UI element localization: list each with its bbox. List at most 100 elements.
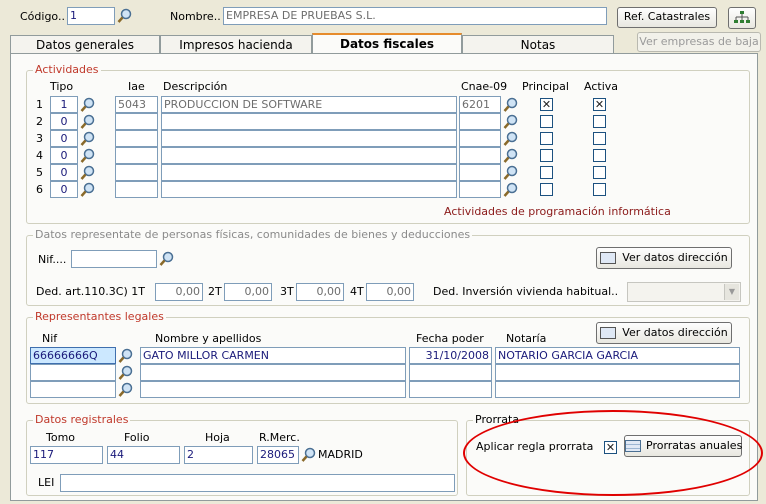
search-icon[interactable]	[80, 182, 96, 198]
principal-checkbox[interactable]	[540, 115, 553, 128]
tipo-input[interactable]: 0	[50, 113, 78, 130]
chevron-down-icon[interactable]: ▼	[724, 284, 739, 300]
cnae-input[interactable]	[459, 147, 501, 164]
tab-datos-fiscales[interactable]: Datos fiscales	[312, 33, 462, 55]
cnae-input[interactable]	[459, 113, 501, 130]
actividades-title: Actividades	[33, 63, 101, 77]
tipo-input[interactable]: 0	[50, 130, 78, 147]
tab-impresos-hacienda[interactable]: Impresos hacienda	[160, 35, 312, 55]
tomo-input[interactable]: 117	[30, 446, 103, 464]
hoja-input[interactable]: 2	[184, 446, 253, 464]
search-icon[interactable]	[503, 97, 519, 113]
tomo-label: Tomo	[46, 431, 76, 444]
search-icon[interactable]	[503, 165, 519, 181]
cnae-input[interactable]	[459, 181, 501, 198]
descripcion-input[interactable]	[161, 164, 457, 181]
iae-input[interactable]	[115, 113, 158, 130]
principal-checkbox[interactable]	[540, 183, 553, 196]
cnae-description: Actividades de programación informática	[444, 205, 671, 218]
activa-checkbox[interactable]	[593, 132, 606, 145]
search-icon[interactable]	[118, 365, 134, 381]
legal-notaria-input[interactable]	[495, 364, 740, 381]
folio-input[interactable]: 44	[107, 446, 180, 464]
iae-input[interactable]	[115, 130, 158, 147]
legales-ver-datos-direccion-button[interactable]: Ver datos dirección	[596, 322, 732, 344]
principal-checkbox[interactable]	[540, 149, 553, 162]
descripcion-input[interactable]: PRODUCCION DE SOFTWARE	[161, 96, 457, 113]
ver-empresas-baja-button[interactable]: Ver empresas de baja	[637, 32, 761, 52]
search-icon[interactable]	[117, 8, 133, 24]
cnae-input[interactable]	[459, 130, 501, 147]
lei-label: LEI	[38, 476, 55, 489]
org-chart-button[interactable]	[728, 7, 756, 29]
search-icon[interactable]	[80, 131, 96, 147]
search-icon[interactable]	[80, 148, 96, 164]
legal-fecha-input[interactable]	[409, 381, 492, 398]
tipo-input[interactable]: 0	[50, 147, 78, 164]
ded-4t-input[interactable]: 0,00	[366, 283, 414, 301]
search-icon[interactable]	[159, 251, 175, 267]
rmerc-input[interactable]: 28065	[257, 446, 299, 464]
codigo-input[interactable]: 1	[67, 7, 115, 25]
representante-title: Datos representate de personas físicas, …	[33, 228, 473, 242]
legal-fecha-input[interactable]	[409, 364, 492, 381]
nombre-input[interactable]: EMPRESA DE PRUEBAS S.L.	[223, 7, 607, 25]
iae-input[interactable]	[115, 164, 158, 181]
legal-nif-input[interactable]	[30, 364, 116, 381]
search-icon[interactable]	[503, 114, 519, 130]
legal-nombre-input[interactable]	[140, 364, 406, 381]
lei-input[interactable]	[60, 474, 455, 492]
ver-datos-direccion-button[interactable]: Ver datos dirección	[596, 247, 732, 269]
descripcion-input[interactable]	[161, 130, 457, 147]
activa-checkbox[interactable]	[593, 183, 606, 196]
ded-3t-input[interactable]: 0,00	[296, 283, 344, 301]
ref-catastrales-button[interactable]: Ref. Catastrales	[617, 7, 717, 28]
legal-nif-input[interactable]: 66666666Q	[30, 347, 116, 364]
iae-input[interactable]: 5043	[115, 96, 158, 113]
iae-input[interactable]	[115, 147, 158, 164]
search-icon[interactable]	[503, 148, 519, 164]
activa-checkbox[interactable]	[593, 149, 606, 162]
tipo-input[interactable]: 0	[50, 164, 78, 181]
search-icon[interactable]	[118, 382, 134, 398]
representante-nif-input[interactable]	[71, 250, 157, 268]
activa-checkbox[interactable]	[593, 115, 606, 128]
search-icon[interactable]	[118, 348, 134, 364]
search-icon[interactable]	[301, 447, 317, 463]
col-tipo: Tipo	[50, 80, 74, 93]
legal-nombre-input[interactable]	[140, 381, 406, 398]
rmerc-city: MADRID	[318, 448, 363, 461]
legal-nombre-input[interactable]: GATO MILLOR CARMEN	[140, 347, 406, 364]
descripcion-input[interactable]	[161, 113, 457, 130]
legal-notaria-input[interactable]: NOTARIO GARCIA GARCIA	[495, 347, 740, 364]
search-icon[interactable]	[80, 114, 96, 130]
cnae-input[interactable]	[459, 164, 501, 181]
tipo-input[interactable]: 1	[50, 96, 78, 113]
search-icon[interactable]	[80, 165, 96, 181]
activa-checkbox[interactable]	[593, 166, 606, 179]
search-icon[interactable]	[80, 97, 96, 113]
col-nombre: Nombre y apellidos	[155, 332, 262, 345]
ded-1t-input[interactable]: 0,00	[155, 283, 203, 301]
principal-checkbox[interactable]	[540, 132, 553, 145]
ded-2t-input[interactable]: 0,00	[224, 283, 272, 301]
principal-checkbox[interactable]	[540, 166, 553, 179]
col-notaria: Notaría	[506, 332, 547, 345]
legal-fecha-input[interactable]: 31/10/2008	[409, 347, 492, 364]
ded-vivienda-select[interactable]: ▼	[627, 282, 741, 302]
descripcion-input[interactable]	[161, 147, 457, 164]
legal-notaria-input[interactable]	[495, 381, 740, 398]
tipo-input[interactable]: 0	[50, 181, 78, 198]
tab-datos-generales[interactable]: Datos generales	[10, 35, 160, 55]
address-card-icon	[600, 252, 617, 264]
legal-nif-input[interactable]	[30, 381, 116, 398]
principal-checkbox[interactable]: ✕	[540, 98, 553, 111]
activa-checkbox[interactable]: ✕	[593, 98, 606, 111]
cnae-input[interactable]: 6201	[459, 96, 501, 113]
descripcion-input[interactable]	[161, 181, 457, 198]
tab-notas[interactable]: Notas	[462, 35, 614, 55]
ver-datos-direccion-label: Ver datos dirección	[622, 251, 728, 264]
iae-input[interactable]	[115, 181, 158, 198]
search-icon[interactable]	[503, 182, 519, 198]
search-icon[interactable]	[503, 131, 519, 147]
